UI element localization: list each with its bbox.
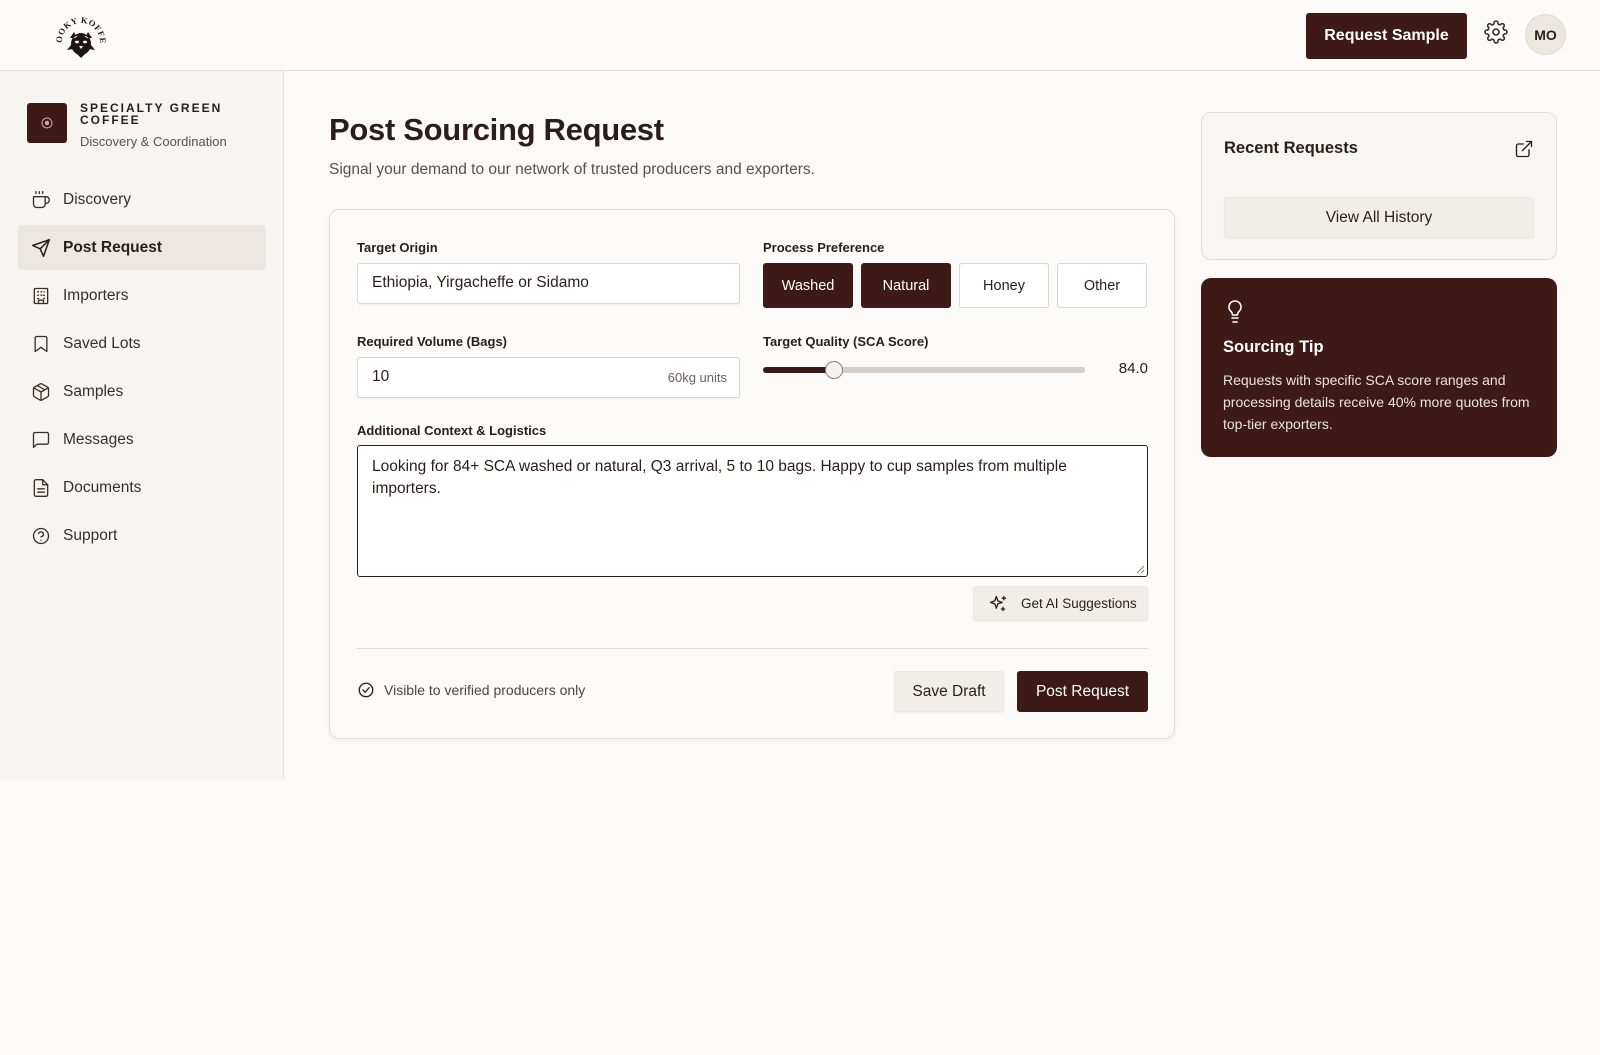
- message-icon: [32, 431, 50, 448]
- brand-title: SPECIALTY GREEN COFFEE: [80, 101, 223, 127]
- sidebar-item-saved-lots[interactable]: Saved Lots: [18, 321, 266, 366]
- save-draft-button[interactable]: Save Draft: [894, 671, 1004, 712]
- sidebar: SPECIALTY GREEN COFFEE Discovery & Coord…: [0, 71, 284, 779]
- origin-label: Target Origin: [357, 240, 438, 255]
- page-title: Post Sourcing Request: [329, 112, 664, 147]
- context-label: Additional Context & Logistics: [357, 423, 547, 438]
- process-option-washed[interactable]: Washed: [763, 263, 853, 308]
- post-request-button[interactable]: Post Request: [1017, 671, 1148, 712]
- sidebar-item-support[interactable]: Support: [18, 513, 266, 558]
- send-icon: [31, 238, 51, 257]
- volume-value: 10: [372, 368, 390, 385]
- process-option-other[interactable]: Other: [1057, 263, 1147, 308]
- sidebar-nav: Discovery Post Request Importers Saved L…: [18, 177, 266, 561]
- quality-label: Target Quality (SCA Score): [763, 334, 929, 349]
- document-icon: [33, 478, 49, 497]
- bookmark-icon: [34, 335, 48, 352]
- help-circle-icon: [32, 527, 50, 544]
- visibility-notice: Visible to verified producers only: [357, 681, 585, 699]
- tip-title: Sourcing Tip: [1223, 338, 1324, 356]
- user-avatar[interactable]: MO: [1525, 14, 1566, 55]
- context-textarea[interactable]: Looking for 84+ SCA washed or natural, Q…: [357, 445, 1148, 577]
- view-all-history-button[interactable]: View All History: [1224, 197, 1534, 238]
- sidebar-item-documents[interactable]: Documents: [18, 465, 266, 510]
- sourcing-request-form: Target Origin Ethiopia, Yirgacheffe or S…: [329, 209, 1175, 739]
- volume-unit-suffix: 60kg units: [667, 370, 727, 385]
- recent-requests-card: Recent Requests View All History: [1201, 112, 1557, 260]
- quality-slider[interactable]: [763, 361, 1085, 379]
- gear-icon[interactable]: [1484, 20, 1508, 44]
- tip-text: Requests with specific SCA score ranges …: [1223, 372, 1530, 432]
- sidebar-item-importers[interactable]: Importers: [18, 273, 266, 318]
- sidebar-item-post-request[interactable]: Post Request: [18, 225, 266, 270]
- context-text: Looking for 84+ SCA washed or natural, Q…: [372, 458, 1067, 497]
- check-circle-icon: [358, 682, 374, 698]
- sidebar-item-samples[interactable]: Samples: [18, 369, 266, 414]
- sidebar-item-label: Documents: [63, 478, 142, 496]
- sidebar-item-label: Importers: [63, 286, 129, 304]
- coffee-bean-icon: [41, 117, 53, 129]
- sidebar-item-discovery[interactable]: Discovery: [18, 177, 266, 222]
- sidebar-item-label: Discovery: [63, 190, 132, 208]
- sparkles-icon: [989, 595, 1007, 611]
- process-option-honey[interactable]: Honey: [959, 263, 1049, 308]
- sidebar-item-label: Samples: [63, 382, 124, 400]
- recent-requests-title: Recent Requests: [1224, 139, 1358, 157]
- quality-slider-thumb[interactable]: [824, 361, 843, 379]
- form-divider: [357, 648, 1148, 649]
- process-option-natural[interactable]: Natural: [861, 263, 951, 308]
- sidebar-item-label: Post Request: [63, 238, 163, 256]
- volume-input[interactable]: 10 60kg units: [357, 357, 740, 398]
- volume-label: Required Volume (Bags): [357, 334, 508, 349]
- quality-slider-fill: [763, 367, 834, 373]
- lightbulb-icon: [1223, 299, 1247, 325]
- resize-grip-icon[interactable]: [1135, 564, 1145, 574]
- building-icon: [33, 287, 49, 304]
- external-link-icon[interactable]: [1514, 139, 1534, 159]
- ai-suggestions-label: Get AI Suggestions: [1021, 596, 1137, 611]
- request-sample-button[interactable]: Request Sample: [1306, 13, 1467, 59]
- ai-suggestions-button[interactable]: Get AI Suggestions: [973, 586, 1148, 621]
- sourcing-tip-card: Sourcing Tip Requests with specific SCA …: [1201, 278, 1557, 457]
- sidebar-item-messages[interactable]: Messages: [18, 417, 266, 462]
- page-subtitle: Signal your demand to our network of tru…: [329, 161, 815, 178]
- process-label: Process Preference: [763, 240, 885, 255]
- origin-input[interactable]: Ethiopia, Yirgacheffe or Sidamo: [357, 263, 740, 304]
- sidebar-item-label: Saved Lots: [63, 334, 141, 352]
- package-icon: [32, 382, 50, 401]
- coffee-cup-icon: [32, 190, 50, 208]
- sidebar-item-label: Support: [63, 526, 118, 544]
- top-bar: KOOKY KOFFEE Request Sample MO: [0, 0, 1600, 71]
- kooky-koffee-logo[interactable]: KOOKY KOFFEE: [52, 4, 108, 60]
- brand-subtitle: Discovery & Coordination: [80, 134, 227, 149]
- brand-badge: [27, 103, 67, 143]
- sidebar-item-label: Messages: [63, 430, 134, 448]
- quality-value: 84.0: [1118, 360, 1148, 377]
- visibility-text: Visible to verified producers only: [384, 682, 586, 698]
